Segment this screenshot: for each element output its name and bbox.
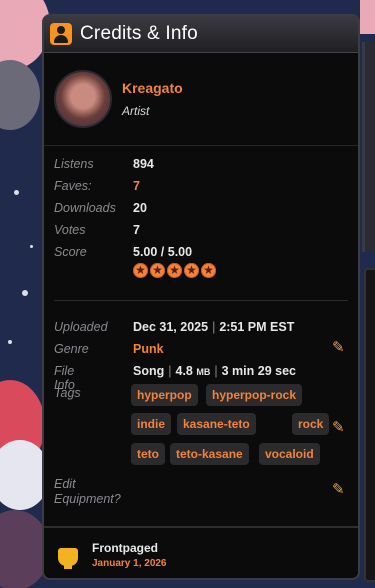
file-size: 4.8 bbox=[175, 364, 193, 378]
faves-value[interactable]: 7 bbox=[133, 179, 140, 193]
downloads-value: 20 bbox=[133, 201, 147, 215]
star-icon: ★ bbox=[167, 263, 182, 278]
trophy-icon bbox=[58, 548, 78, 569]
tag-link[interactable]: teto bbox=[131, 443, 165, 465]
tag-link[interactable]: vocaloid bbox=[259, 443, 320, 465]
frontpaged-footer: Frontpaged January 1, 2026 bbox=[44, 526, 358, 578]
artist-role: Artist bbox=[122, 104, 150, 118]
edit-equipment-label-2: Equipment? bbox=[54, 492, 121, 506]
tag-link[interactable]: kasane-teto bbox=[177, 413, 256, 435]
fileinfo-value: Song | 4.8 MB | 3 min 29 sec bbox=[133, 364, 296, 378]
bg-star bbox=[14, 190, 19, 195]
uploaded-value: Dec 31, 2025 | 2:51 PM EST bbox=[133, 320, 295, 334]
user-icon bbox=[50, 23, 72, 45]
star-icon: ★ bbox=[150, 263, 165, 278]
artist-avatar[interactable] bbox=[54, 70, 112, 128]
panel-header: Credits & Info bbox=[44, 16, 358, 53]
file-type: Song bbox=[133, 364, 165, 378]
listens-label: Listens bbox=[54, 157, 94, 171]
artist-row[interactable]: Kreagato Artist bbox=[44, 53, 358, 145]
bg-star bbox=[30, 245, 33, 248]
star-icon: ★ bbox=[133, 263, 148, 278]
bg-star bbox=[22, 290, 28, 296]
listens-value: 894 bbox=[133, 157, 154, 171]
file-length: 3 min 29 sec bbox=[221, 364, 296, 378]
file-size-unit: MB bbox=[196, 367, 211, 377]
votes-label: Votes bbox=[54, 223, 86, 237]
side-panel-edge bbox=[362, 42, 375, 252]
star-rating: ★ ★ ★ ★ ★ bbox=[133, 263, 216, 278]
bg-shape bbox=[0, 60, 40, 130]
tag-link[interactable]: teto-kasane bbox=[170, 443, 249, 465]
uploaded-label: Uploaded bbox=[54, 320, 108, 334]
star-icon: ★ bbox=[184, 263, 199, 278]
frontpaged-title: Frontpaged bbox=[92, 541, 158, 555]
bg-shape bbox=[360, 0, 375, 34]
panel-title: Credits & Info bbox=[80, 23, 198, 44]
downloads-label: Downloads bbox=[54, 201, 116, 215]
uploaded-time: 2:51 PM EST bbox=[219, 320, 295, 334]
tag-link[interactable]: hyperpop bbox=[131, 384, 198, 406]
uploaded-date: Dec 31, 2025 bbox=[133, 320, 209, 334]
frontpaged-date: January 1, 2026 bbox=[92, 558, 167, 569]
score-value: 5.00 / 5.00 bbox=[133, 245, 193, 259]
edit-equipment-label-1: Edit bbox=[54, 477, 76, 491]
tag-link[interactable]: hyperpop-rock bbox=[206, 384, 303, 406]
genre-label: Genre bbox=[54, 342, 89, 356]
edit-tags-pencil-icon[interactable]: ✎ bbox=[332, 420, 348, 436]
star-icon: ★ bbox=[201, 263, 216, 278]
score-label: Score bbox=[54, 245, 87, 259]
genre-link[interactable]: Punk bbox=[133, 342, 164, 356]
edit-genre-pencil-icon[interactable]: ✎ bbox=[332, 340, 348, 356]
bg-star bbox=[8, 340, 12, 344]
votes-value: 7 bbox=[133, 223, 140, 237]
faves-label: Faves: bbox=[54, 179, 92, 193]
artist-name-link[interactable]: Kreagato bbox=[122, 80, 183, 96]
credits-info-panel: Credits & Info Kreagato Artist Listens 89… bbox=[42, 14, 360, 580]
tag-link[interactable]: rock bbox=[292, 413, 330, 435]
edit-equipment-pencil-icon[interactable]: ✎ bbox=[332, 482, 348, 498]
side-panel-edge bbox=[364, 268, 375, 582]
tag-link[interactable]: indie bbox=[131, 413, 172, 435]
tags-label: Tags bbox=[54, 386, 81, 400]
